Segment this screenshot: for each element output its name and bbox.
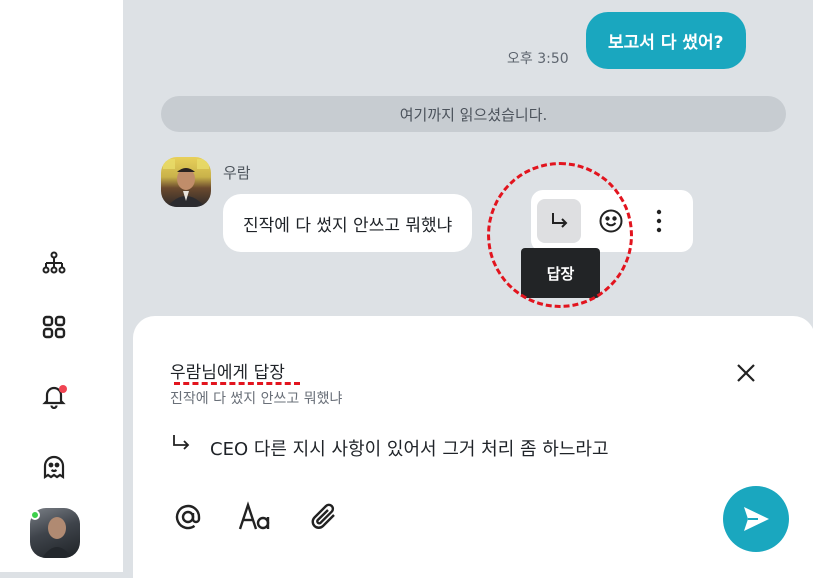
mention-button[interactable]: [170, 499, 206, 535]
bell-icon[interactable]: [38, 380, 70, 412]
text-format-button[interactable]: [237, 499, 273, 535]
outgoing-message[interactable]: 보고서 다 썼어?: [586, 12, 746, 69]
online-status-dot: [30, 510, 40, 520]
reply-target-title: 우람님에게 답장: [170, 363, 285, 383]
sender-name: 우람: [223, 164, 251, 182]
chat-area: 오후 3:50 보고서 다 썼어? 여기까지 읽으셨습니다. 우람 진작에 다 …: [123, 0, 813, 578]
attach-icon: [311, 503, 335, 529]
reply-arrow-icon: [173, 435, 190, 450]
more-vertical-icon: [656, 209, 662, 233]
send-button[interactable]: [723, 486, 789, 552]
notification-dot: [59, 385, 67, 393]
text-format-icon: [238, 501, 270, 530]
org-chart-icon[interactable]: [38, 247, 70, 279]
incoming-message[interactable]: 진작에 다 썼지 안쓰고 뭐했냐: [223, 194, 473, 252]
more-options-button[interactable]: [637, 199, 681, 243]
sidebar: [0, 0, 123, 572]
message-time: 오후 3:50: [507, 51, 569, 67]
close-reply-button[interactable]: [731, 358, 761, 388]
ghost-icon[interactable]: [38, 451, 70, 483]
close-icon: [737, 364, 755, 382]
annotation-underline: [174, 382, 300, 385]
message-composer: 우람님에게 답장 진작에 다 썼지 안쓰고 뭐했냐 CEO 다른 지시 사항이 …: [133, 316, 813, 578]
apps-grid-icon[interactable]: [38, 311, 70, 343]
read-marker-banner: 여기까지 읽으셨습니다.: [161, 96, 786, 132]
send-icon: [744, 507, 769, 531]
message-input[interactable]: CEO 다른 지시 사항이 있어서 그거 처리 좀 하느라고: [210, 435, 609, 461]
sender-avatar[interactable]: [161, 157, 211, 207]
reply-quote: 진작에 다 썼지 안쓰고 뭐했냐: [170, 391, 343, 407]
annotation-circle: [487, 162, 633, 308]
attach-file-button[interactable]: [306, 499, 342, 535]
mention-icon: [175, 504, 201, 530]
